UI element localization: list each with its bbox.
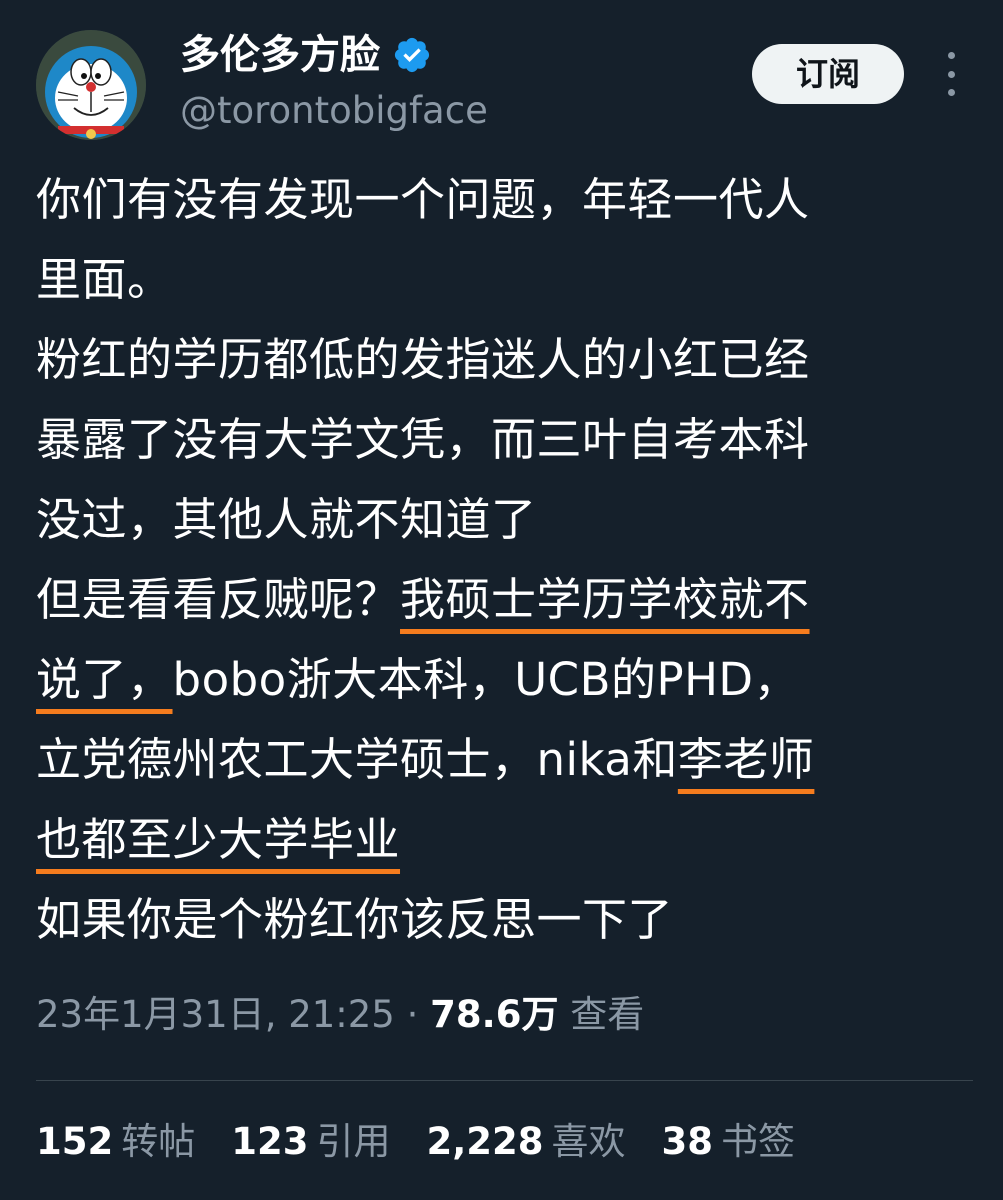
bookmarks-label: 书签 [721,1120,796,1163]
tweet-line: 没过，其他人就不知道了 [36,480,981,560]
underlined-highlight: 我硕士学历学校就不 [400,573,810,626]
likes-label: 喜欢 [551,1120,626,1163]
quotes-label: 引用 [316,1120,391,1163]
verified-badge-icon[interactable] [392,35,432,75]
user-handle[interactable]: @torontobigface [180,86,488,136]
more-dot [947,70,955,78]
underlined-highlight: 也都至少大学毕业 [36,813,401,866]
tweet-text-segment: 没过，其他人就不知道了 [36,493,537,546]
engagement-stats: 152 转帖 123 引用 2,228 喜欢 38 书签 [36,1112,795,1172]
likes-count: 2,228 [426,1120,544,1163]
tweet-line: 如果你是个粉红你该反思一下了 [36,880,981,960]
doraemon-avatar-icon [36,30,146,140]
divider [36,1080,973,1081]
retweets-stat[interactable]: 152 转帖 [36,1112,195,1172]
tweet-text-segment: 但是看看反贼呢？ [36,573,401,626]
timestamp[interactable]: 23年1月31日, 21:25 [36,993,395,1036]
tweet-text-segment: bobo浙大本科，UCB的PHD， [172,653,800,706]
more-dot [947,52,955,59]
avatar[interactable] [36,30,146,140]
tweet-line: 立党德州农工大学硕士，nika和李老师 [36,720,981,800]
tweet-text-segment: 暴露了没有大学文凭，而三叶自考本科 [36,413,810,466]
tweet-line: 但是看看反贼呢？我硕士学历学校就不 [36,560,981,640]
tweet-line: 粉红的学历都低的发指迷人的小红已经 [36,320,981,400]
tweet-text-segment: 你们有没有发现一个问题，年轻一代人 [36,173,810,226]
likes-stat[interactable]: 2,228 喜欢 [426,1112,625,1172]
more-dot [947,89,955,96]
meta-separator: · [406,993,419,1036]
subscribe-button[interactable]: 订阅 [752,44,904,104]
author-name-row[interactable]: 多伦多方脸 [180,30,432,80]
tweet-text-segment: 如果你是个粉红你该反思一下了 [36,893,674,946]
bookmarks-count: 38 [661,1120,714,1163]
underlined-highlight: 李老师 [677,733,815,786]
views-count: 78.6万 [430,993,559,1036]
tweet-meta: 23年1月31日, 21:25 · 78.6万 查看 [36,985,644,1045]
tweet-text: 你们有没有发现一个问题，年轻一代人 里面。 粉红的学历都低的发指迷人的小红已经 … [36,160,981,960]
tweet-line: 也都至少大学毕业 [36,800,981,880]
tweet-line: 你们有没有发现一个问题，年轻一代人 [36,160,981,240]
retweets-count: 152 [36,1120,114,1163]
quotes-count: 123 [231,1120,309,1163]
display-name[interactable]: 多伦多方脸 [180,30,380,80]
tweet-line: 里面。 [36,240,981,320]
tweet-text-segment: 粉红的学历都低的发指迷人的小红已经 [36,333,810,386]
tweet-line: 暴露了没有大学文凭，而三叶自考本科 [36,400,981,480]
retweets-label: 转帖 [121,1120,196,1163]
quotes-stat[interactable]: 123 引用 [231,1112,390,1172]
bookmarks-stat[interactable]: 38 书签 [662,1112,796,1172]
more-vertical-icon[interactable] [938,52,964,96]
tweet-text-segment: 里面。 [36,253,173,306]
views-label: 查看 [570,993,645,1036]
tweet-text-segment: 立党德州农工大学硕士，nika和 [36,733,678,786]
underlined-highlight: 说了， [36,653,173,706]
tweet-line: 说了，bobo浙大本科，UCB的PHD， [36,640,981,720]
